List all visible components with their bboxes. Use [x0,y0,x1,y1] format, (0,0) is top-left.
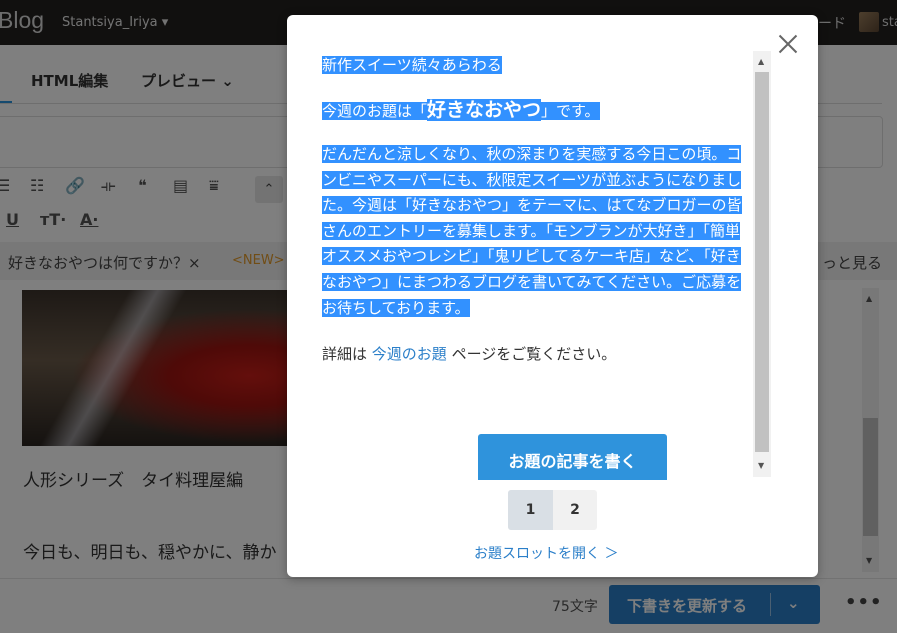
modal-scrollbar[interactable]: ▲ ▼ [753,51,771,477]
topic-line-prefix: 今週のお題は「 [322,102,428,120]
scroll-down-icon[interactable]: ▼ [758,461,764,470]
write-topic-post-button[interactable]: お題の記事を書く [478,434,667,480]
topic-heading-text: 新作スイーツ続々あらわる [322,56,502,74]
weekly-topic-modal: 新作スイーツ続々あらわる 今週のお題は「好きなおやつ」です。 だんだんと涼しくな… [287,15,818,577]
detail-suffix: ページをご覧ください。 [446,345,617,363]
page-1-button[interactable]: 1 [508,490,553,530]
page-2-button[interactable]: 2 [553,490,597,530]
topic-line: 今週のお題は「好きなおやつ」です。 [322,96,600,125]
close-icon[interactable] [775,31,801,57]
topic-description: だんだんと涼しくなり、秋の深まりを実感する今日この頃。コンビニやスーパーにも、秋… [322,142,752,321]
topic-pager: 1 2 [508,490,597,530]
scroll-up-icon[interactable]: ▲ [758,57,764,66]
modal-content: 新作スイーツ続々あらわる 今週のお題は「好きなおやつ」です。 だんだんと涼しくな… [322,50,752,480]
detail-prefix: 詳細は [322,345,372,363]
topic-line-suffix: 」です。 [541,102,600,120]
detail-line: 詳細は 今週のお題 ページをご覧ください。 [322,343,616,364]
modal-scroll-thumb[interactable] [755,72,769,452]
weekly-topic-link[interactable]: 今週のお題 [372,345,447,363]
topic-heading: 新作スイーツ続々あらわる [322,53,502,77]
open-topic-slot-link[interactable]: お題スロットを開く ＞ [474,543,618,563]
topic-name: 好きなおやつ [427,99,542,121]
topic-description-text: だんだんと涼しくなり、秋の深まりを実感する今日この頃。コンビニやスーパーにも、秋… [322,145,742,317]
